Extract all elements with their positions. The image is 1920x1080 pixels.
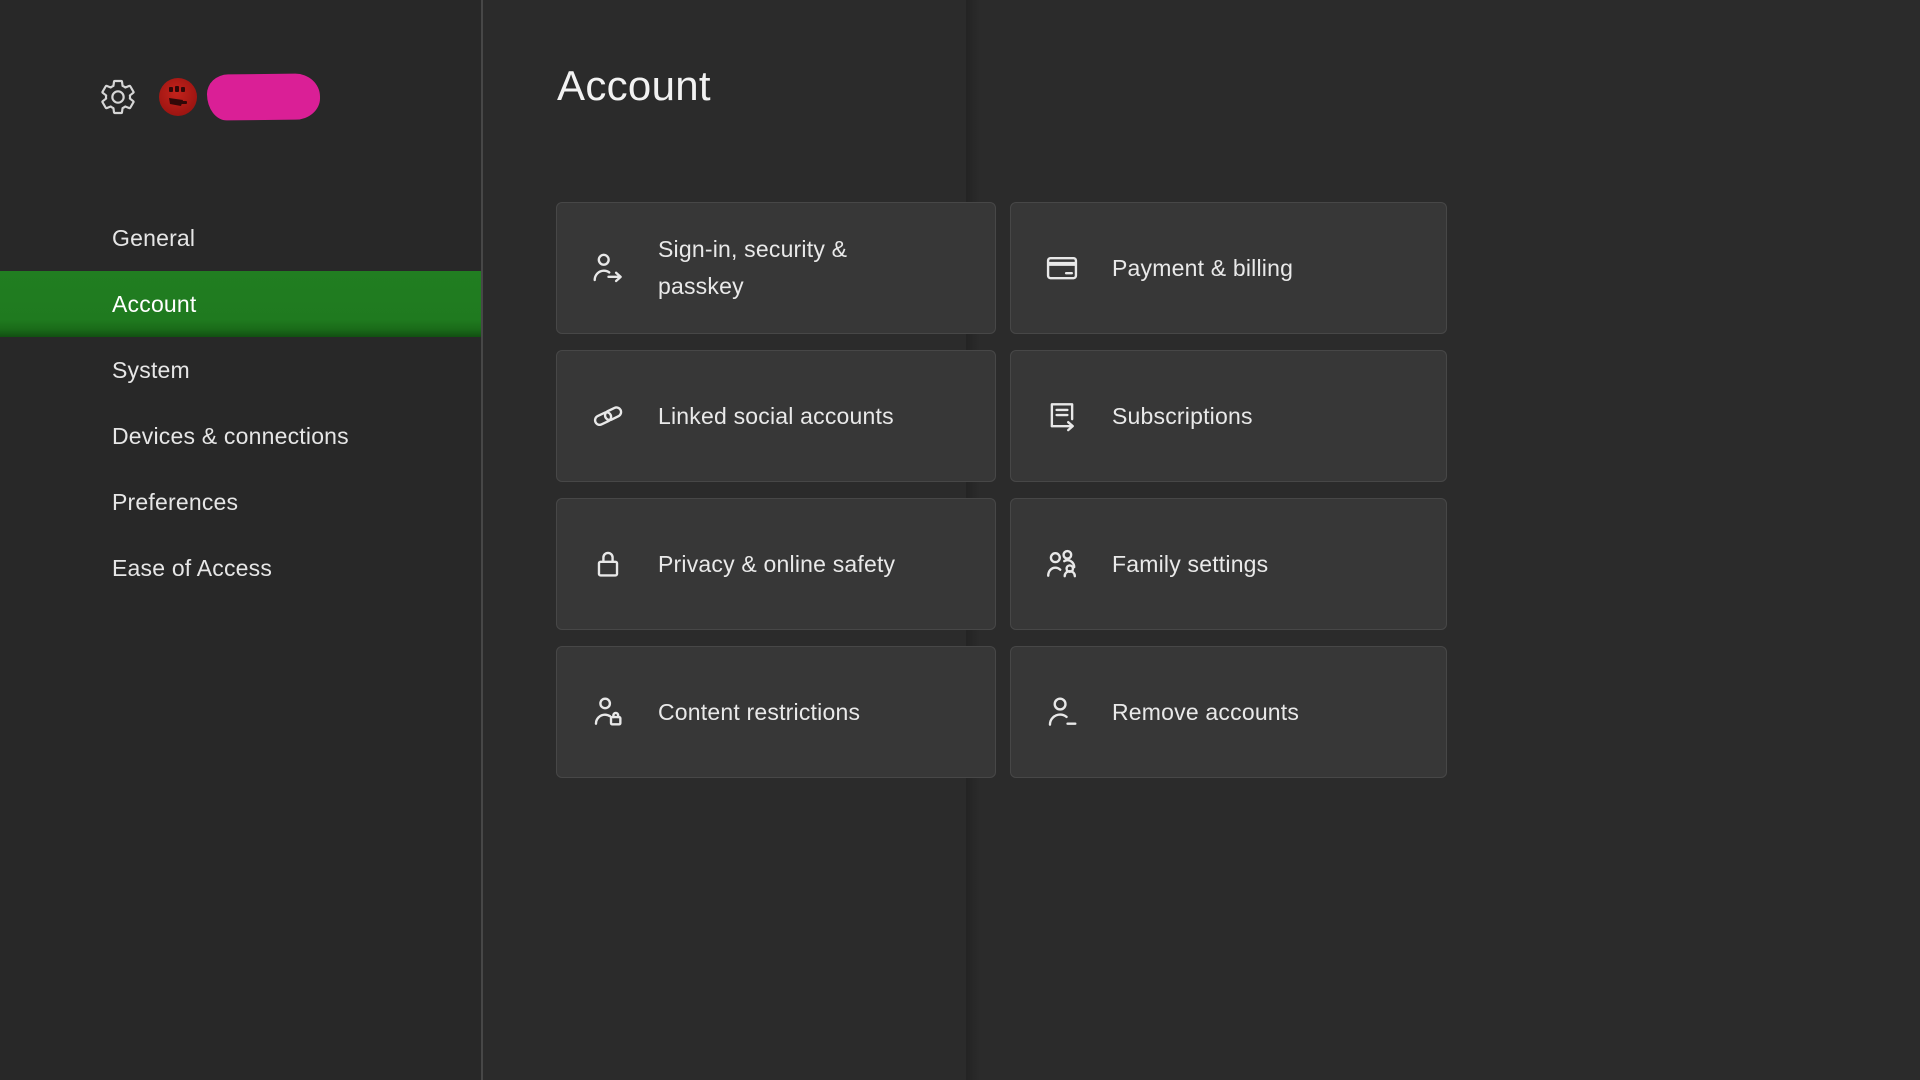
- document-arrow-icon: [1043, 397, 1081, 435]
- sidebar-item-preferences[interactable]: Preferences: [0, 469, 481, 535]
- profile-chip[interactable]: [95, 62, 320, 132]
- person-lock-icon: [589, 693, 627, 731]
- sidebar-item-label: Account: [112, 291, 197, 318]
- person-remove-icon: [1043, 693, 1081, 731]
- settings-sidebar: General Account System Devices & connect…: [0, 0, 481, 1080]
- gamertag-redaction: [207, 73, 320, 120]
- tile-label: Linked social accounts: [658, 398, 894, 435]
- sidebar-item-system[interactable]: System: [0, 337, 481, 403]
- sidebar-item-general[interactable]: General: [0, 205, 481, 271]
- credit-card-icon: [1043, 249, 1081, 287]
- tile-label: Sign-in, security & passkey: [658, 231, 920, 305]
- sidebar-item-label: Ease of Access: [112, 555, 272, 582]
- sidebar-item-devices-connections[interactable]: Devices & connections: [0, 403, 481, 469]
- sidebar-item-label: General: [112, 225, 195, 252]
- sidebar-item-label: Devices & connections: [112, 423, 349, 450]
- page-title: Account: [557, 62, 711, 110]
- lock-icon: [589, 545, 627, 583]
- tile-family-settings[interactable]: Family settings: [1010, 498, 1447, 630]
- avatar[interactable]: [159, 78, 197, 116]
- tile-label: Subscriptions: [1112, 398, 1253, 435]
- tile-label: Remove accounts: [1112, 694, 1299, 731]
- tile-label: Payment & billing: [1112, 250, 1293, 287]
- avatar-artwork: [159, 78, 197, 116]
- tiles-grid: Sign-in, security & passkey Payment & bi…: [556, 202, 1447, 778]
- sidebar-divider: [481, 0, 483, 1080]
- tile-label: Privacy & online safety: [658, 546, 895, 583]
- tile-privacy-online-safety[interactable]: Privacy & online safety: [556, 498, 996, 630]
- account-settings-panel: Account Sign-in, security & passkey Paym…: [483, 0, 1920, 1080]
- sidebar-item-account[interactable]: Account: [0, 271, 481, 337]
- tile-content-restrictions[interactable]: Content restrictions: [556, 646, 996, 778]
- sidebar-item-label: System: [112, 357, 190, 384]
- sidebar-item-label: Preferences: [112, 489, 238, 516]
- tile-payment-billing[interactable]: Payment & billing: [1010, 202, 1447, 334]
- tile-remove-accounts[interactable]: Remove accounts: [1010, 646, 1447, 778]
- tile-sign-in-security-passkey[interactable]: Sign-in, security & passkey: [556, 202, 996, 334]
- person-arrow-icon: [589, 249, 627, 287]
- tile-subscriptions[interactable]: Subscriptions: [1010, 350, 1447, 482]
- tile-label: Content restrictions: [658, 694, 860, 731]
- tile-linked-social-accounts[interactable]: Linked social accounts: [556, 350, 996, 482]
- link-icon: [589, 397, 627, 435]
- family-icon: [1043, 545, 1081, 583]
- sidebar-item-ease-of-access[interactable]: Ease of Access: [0, 535, 481, 601]
- gear-icon[interactable]: [95, 74, 141, 120]
- sidebar-nav: General Account System Devices & connect…: [0, 205, 481, 601]
- tile-label: Family settings: [1112, 546, 1268, 583]
